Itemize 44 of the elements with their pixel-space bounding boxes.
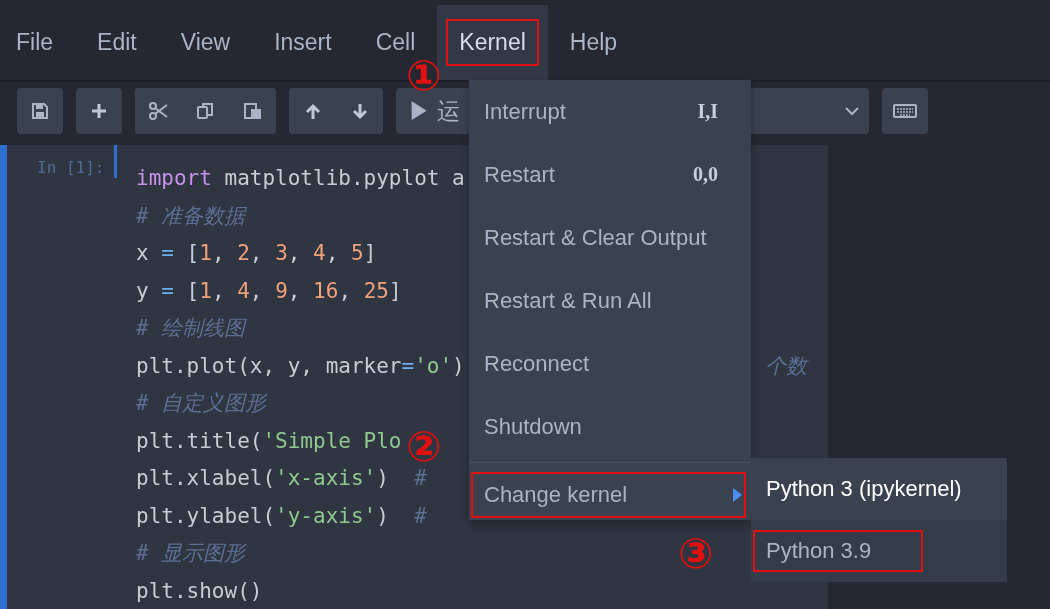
menu-item[interactable]: Shutdown <box>469 395 751 458</box>
code-comment: 个数 <box>764 353 807 378</box>
paste-icon <box>243 102 262 120</box>
menu-item[interactable]: File <box>0 5 76 80</box>
menu-item[interactable]: Restart 0,0 <box>469 143 751 206</box>
scissors-icon <box>148 102 169 120</box>
plus-icon <box>91 103 107 119</box>
arrow-down-icon <box>351 102 368 120</box>
keyboard-button[interactable] <box>882 88 928 134</box>
menu-item[interactable]: Restart & Run All <box>469 269 751 332</box>
menu-item[interactable]: Python 3.9 <box>751 520 1007 582</box>
menu-item[interactable]: Change kernel <box>469 463 751 526</box>
copy-icon <box>197 102 214 120</box>
menu-item[interactable]: Reconnect <box>469 332 751 395</box>
code-line: plt.title('Simple Plo <box>136 427 402 455</box>
code-line: x = [1, 2, 3, 4, 5] <box>136 240 377 267</box>
keyboard-icon <box>893 104 917 118</box>
caret-right-icon <box>733 487 742 502</box>
shortcut-text: 0,0 <box>693 163 718 186</box>
menu-item[interactable]: Insert <box>252 5 354 80</box>
menu-item[interactable]: Edit <box>75 5 159 80</box>
code-line: import matplotlib.pyplot a <box>136 165 465 192</box>
save-icon <box>31 102 49 120</box>
code-line: plt.xlabel('x-axis') # <box>136 465 427 492</box>
arrow-up-icon <box>304 102 321 120</box>
menu-item[interactable]: Python 3 (ipykernel) <box>751 458 1007 520</box>
step-marker: ② <box>406 426 442 468</box>
shortcut-text: I,I <box>697 100 718 123</box>
menu-item[interactable]: Restart & Clear Output <box>469 206 751 269</box>
add-cell-button[interactable] <box>76 88 122 134</box>
chevron-down-icon <box>845 106 859 116</box>
code-line: y = [1, 4, 9, 16, 25] <box>136 277 402 305</box>
code-line: plt.plot(x, y, marker='o') <box>136 353 465 378</box>
cell-prompt: In [1]: <box>36 157 105 177</box>
code-line: plt.show() <box>136 577 263 605</box>
menu-item[interactable]: Help <box>547 5 640 80</box>
step-marker: ③ <box>678 533 714 575</box>
code-line: plt.ylabel('y-axis') # <box>136 502 427 530</box>
menu-item[interactable]: View <box>158 5 253 80</box>
code-line: # 绘制线图 <box>136 315 246 342</box>
code-line: # 自定义图形 <box>136 390 267 417</box>
save-button[interactable] <box>17 88 63 134</box>
code-line: # 显示图形 <box>136 540 246 567</box>
code-line: # 准备数据 <box>136 202 246 230</box>
